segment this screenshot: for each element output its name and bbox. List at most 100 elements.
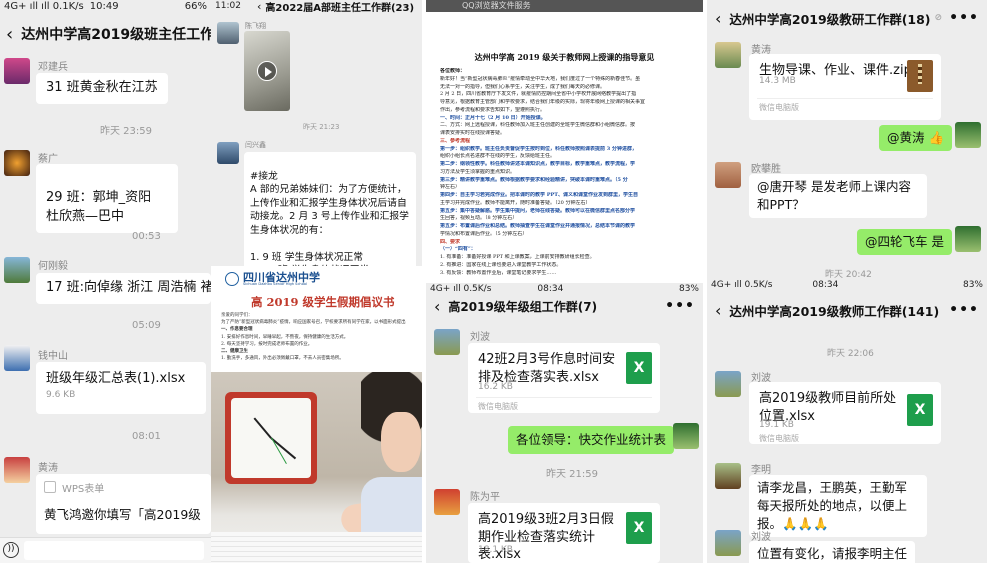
- message-bubble-self[interactable]: @黄涛 👍: [879, 125, 953, 152]
- document-line: 第三步：精讲教学重难点。教师根据教学要求和经验精讲，突破本课时重难点。（5 分: [440, 176, 628, 183]
- back-icon[interactable]: ‹: [715, 301, 721, 320]
- document-body: 各位教师： 新年好！当“新型冠状病毒肺炎”疫情牵动全中华大地，我们度过了一个特殊…: [440, 68, 692, 277]
- card-separator: [757, 98, 933, 99]
- avatar[interactable]: [715, 42, 741, 68]
- avatar[interactable]: [4, 257, 30, 283]
- document-line: 第四步：自主学习若完成作业。把本课时的教学 PPT、课义和课堂作业发到群里，学生…: [440, 192, 638, 198]
- avatar[interactable]: [434, 489, 460, 515]
- file-card[interactable]: 班级年级汇总表(1).xlsx 9.6 KB: [36, 362, 206, 414]
- proposal-line: 亲爱的同学们：: [221, 313, 253, 318]
- clock-face: [231, 398, 311, 478]
- message-bubble[interactable]: 31 班黄金秋在江苏: [36, 73, 168, 104]
- timestamp: 05:09: [132, 320, 161, 331]
- chat-panel-jiaoshi: 4G+ ıll 0.5K/s 08:34 83% ‹ 达州中学高2019级教师工…: [707, 278, 987, 563]
- document-line: 二、方式：网上远程授课，科任教师加入班主任创建的全班学生微信群和小组微信群。按: [440, 122, 636, 129]
- avatar[interactable]: [217, 22, 239, 44]
- document-line: 组织小组长点名进群不在线的学生，反馈给班主任。: [440, 153, 556, 160]
- message-bubble-self[interactable]: 各位领导：快交作业统计表: [508, 426, 675, 455]
- back-icon[interactable]: ‹: [6, 24, 13, 45]
- chat-title: 达州中学高2019级教研工作群(18): [729, 11, 931, 27]
- message-input[interactable]: [24, 541, 204, 560]
- message-bubble[interactable]: 29 班：郭坤_资阳 杜欣燕—巴中: [36, 164, 178, 233]
- avatar[interactable]: [715, 463, 741, 489]
- document-title: 达州中学高 2019 级关于教师网上授课的指导意见: [474, 52, 655, 62]
- excel-file-icon: X: [907, 394, 933, 426]
- browser-header-title: QQ浏览器文件服务: [462, 1, 531, 10]
- message-text: 位置有变化，请报李明主任: [757, 546, 908, 561]
- wps-form-icon: [44, 481, 56, 493]
- document-line: 习方法及学生须掌握的重点知识。: [440, 168, 516, 175]
- avatar[interactable]: [715, 371, 741, 397]
- message-text: 请李龙昌，王鹏英，王勤军每天报所处的地点，以便上报。🙏🙏🙏: [757, 480, 908, 532]
- zip-file-icon: [907, 60, 933, 92]
- avatar[interactable]: [715, 162, 741, 188]
- avatar-self[interactable]: [673, 423, 699, 449]
- message-bubble[interactable]: 17 班:向倬缘 浙江 周浩楠 褚: [36, 273, 211, 304]
- message-text: @唐开琴 是发老师上课内容和PPT？: [757, 179, 911, 213]
- mute-icon: ⊘: [934, 13, 943, 23]
- document-line: （一）“四有”：: [440, 246, 476, 253]
- message-bubble-self[interactable]: @四轮飞车 是: [857, 229, 952, 256]
- sender-name: 刘波: [470, 332, 490, 343]
- file-size: 19.1 KB: [759, 420, 794, 430]
- avatar[interactable]: [434, 329, 460, 355]
- play-icon[interactable]: [257, 61, 277, 81]
- video-message[interactable]: [244, 31, 290, 111]
- message-text: 17 班:向倬缘 浙江 周浩楠 褚: [46, 280, 211, 295]
- document-line: 3. 有反馈：教师布置作业后，课堂笔记要求学生……: [440, 269, 557, 276]
- file-card[interactable]: 42班2月3号作息时间安排及检查落实表.xlsx 16.2 KB X 微信电脑版: [468, 343, 660, 413]
- avatar[interactable]: [4, 345, 30, 371]
- voice-input-icon[interactable]: )): [3, 542, 19, 558]
- chat-title: 达州中学高2019级班主任工作群: [21, 27, 211, 43]
- avatar[interactable]: [4, 58, 30, 84]
- message-bubble[interactable]: 位置有变化，请报李明主任: [749, 541, 916, 563]
- notebook: [211, 532, 422, 563]
- timestamp: 00:53: [132, 231, 161, 242]
- back-icon[interactable]: ‹: [715, 9, 721, 28]
- avatar-self[interactable]: [955, 122, 981, 148]
- student-photo[interactable]: [211, 372, 422, 563]
- avatar-self[interactable]: [955, 226, 981, 252]
- more-options-icon[interactable]: •••: [949, 10, 979, 26]
- document-line: 各位教师：: [440, 68, 466, 74]
- sender-name: 钱中山: [38, 351, 68, 362]
- chat-panel-jiaoyan: ‹ 达州中学高2019级教研工作群(18) ⊘ ••• 黄涛 生物导课、作业、课…: [707, 0, 987, 278]
- status-bar: 4G+ ıll ıll 0.1K/s 10:49 66%: [0, 0, 211, 13]
- message-bubble[interactable]: 请李龙昌，王鹏英，王勤军每天报所处的地点，以便上报。🙏🙏🙏: [749, 475, 927, 538]
- child-face: [381, 412, 421, 472]
- network-status: 4G+ ıll 0.5K/s: [711, 279, 773, 290]
- sender-name: 黄涛: [38, 463, 58, 474]
- avatar[interactable]: [715, 530, 741, 556]
- back-icon[interactable]: ‹: [434, 297, 440, 316]
- file-card[interactable]: 高2019级3班2月3日假期作业检查落实统计表.xlsx 18.1 KB X: [468, 503, 660, 563]
- file-card[interactable]: 生物导课、作业、课件.zip 14.3 MB 微信电脑版: [749, 54, 941, 120]
- message-bubble[interactable]: @唐开琴 是发老师上课内容和PPT？: [749, 174, 927, 219]
- clock: 08:34: [812, 279, 839, 290]
- file-name: 班级年级汇总表(1).xlsx: [46, 371, 186, 386]
- sender-name: 李明: [751, 465, 771, 476]
- avatar[interactable]: [4, 150, 30, 176]
- message-bubble[interactable]: #接龙 A 部的兄弟姊妹们：为了方便统计，上传作业和汇报学生身体状况后请自动接龙…: [244, 152, 416, 276]
- chat-header: ‹ 高2019级年级组工作群(7) •••: [426, 293, 703, 319]
- avatar[interactable]: [4, 457, 30, 483]
- guidance-document: QQ浏览器文件服务 达州中学高 2019 级关于教师网上授课的指导意见 各位教师…: [426, 0, 703, 283]
- timestamp: 昨天 21:23: [303, 123, 340, 131]
- proposal-title: 高 2019 级学生假期倡议书: [251, 295, 395, 309]
- avatar[interactable]: [217, 142, 239, 164]
- back-icon[interactable]: ‹: [257, 0, 261, 13]
- document-line: 四、要求: [440, 238, 461, 245]
- form-card[interactable]: WPS表单 黄飞鸿邀你填写「高2019级: [36, 474, 211, 534]
- document-line: 钟左右）: [440, 184, 461, 191]
- timestamp: 昨天 20:42: [825, 270, 872, 278]
- proposal-document[interactable]: 四川省达州中学 Sichuan Dazhou Senior High Schoo…: [211, 266, 422, 386]
- child-clothing: [361, 477, 422, 537]
- file-source: 微信电脑版: [759, 103, 799, 112]
- more-options-icon[interactable]: •••: [949, 302, 979, 318]
- file-card[interactable]: 高2019级教师目前所处位置.xlsx 19.1 KB X 微信电脑版: [749, 382, 941, 444]
- file-size: 18.1 KB: [478, 545, 513, 555]
- chat-header: ‹ 达州中学高2019级教研工作群(18) ⊘ •••: [707, 4, 987, 32]
- document-line: 2 月 2 日，四川省教育厅下发文件，就疫情防控期间全省中小学校开展网络教学提出…: [440, 91, 637, 98]
- network-status: 4G+ ıll 0.5K/s: [430, 283, 492, 294]
- more-options-icon[interactable]: •••: [665, 298, 695, 314]
- chat-panel-nianjizu: 4G+ ıll 0.5K/s 08:34 83% ‹ 高2019级年级组工作群(…: [426, 283, 703, 563]
